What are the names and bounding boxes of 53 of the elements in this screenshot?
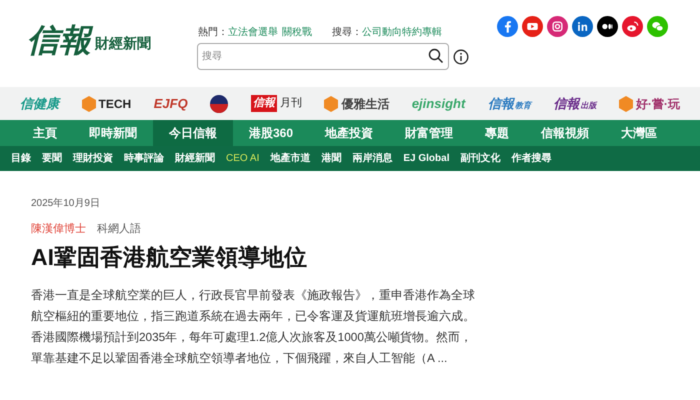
nav-tab[interactable]: 信報視頻 — [525, 120, 606, 146]
medium-icon[interactable] — [597, 16, 618, 37]
brand-logo[interactable]: 信報出版 — [553, 94, 596, 114]
nav-tab[interactable]: 財富管理 — [389, 120, 470, 146]
search-icon[interactable] — [428, 48, 444, 64]
subnav-link[interactable]: 目錄 — [11, 151, 31, 166]
subnav-link[interactable]: 地產市道 — [270, 151, 310, 166]
search-label: 搜尋： — [332, 26, 362, 40]
hot-link[interactable]: 立法會選舉 — [228, 24, 278, 40]
subnav-link[interactable]: 港聞 — [321, 151, 342, 166]
brand-logo[interactable]: EJFQ — [154, 94, 188, 114]
hexagon-icon — [82, 96, 96, 112]
search-field[interactable]: 搜尋 — [197, 43, 449, 70]
subnav-link[interactable]: EJ Global — [403, 151, 450, 166]
youtube-icon[interactable] — [522, 16, 543, 37]
hot-label: 熱門： — [198, 26, 228, 40]
facebook-icon[interactable] — [497, 16, 518, 37]
logo-subtitle: 財經新聞 — [95, 34, 151, 53]
hexagon-icon — [324, 96, 338, 112]
brand-logo[interactable]: 信報教育 — [488, 94, 531, 114]
article-title: AI鞏固香港航空業領導地位 — [31, 242, 308, 272]
subnav-link[interactable]: 副刊文化 — [460, 151, 500, 166]
brand-logo[interactable]: 優雅生活 — [324, 94, 390, 112]
subnav-link[interactable]: CEO AI — [226, 151, 260, 166]
brand-logo[interactable]: 信健康 — [20, 94, 59, 114]
subnav-link[interactable]: 理財投資 — [73, 151, 113, 166]
column-name: 科網人語 — [97, 222, 141, 237]
brand-logo[interactable]: TECH — [82, 94, 132, 112]
brand-logo[interactable]: 好·嘗·玩 — [618, 94, 680, 112]
subnav-link[interactable]: 作者搜尋 — [511, 151, 552, 166]
logo[interactable]: 信報 — [27, 24, 91, 56]
search-link[interactable]: 公司動向特約專輯 — [362, 24, 442, 40]
hot-link[interactable]: 關稅戰 — [282, 24, 312, 40]
nav-tab[interactable]: 地產投資 — [309, 120, 390, 146]
nav-tab[interactable]: 主頁 — [17, 120, 73, 146]
article-excerpt: 香港一直是全球航空業的巨人，行政長官早前發表《施政報告》，重申香港作為全球航空樞紐的重要地位，指三跑道系統在過去兩年，已令客運及貨運航班增長逾六成。香港國際機場預計到2035年，每年可處理1.2億人次旅客及1000萬公噸貨物。然而，單靠基建不足以鞏固香港全球航空領導者地位，下個飛躍，來自人工智能（A ... — [31, 286, 476, 366]
nav-tab[interactable]: 今日信報 — [153, 120, 233, 146]
weibo-icon[interactable] — [622, 16, 643, 37]
nav-tab[interactable]: 港股360 — [233, 120, 310, 146]
subnav-link[interactable]: 時事評論 — [124, 151, 164, 166]
instagram-icon[interactable] — [547, 16, 568, 37]
hexagon-icon — [618, 96, 633, 112]
subnav-link[interactable]: 財經新聞 — [175, 151, 215, 166]
info-icon[interactable] — [453, 48, 469, 64]
linkedin-icon[interactable] — [572, 16, 593, 37]
nav-tab[interactable]: 專題 — [469, 120, 526, 146]
brand-badge-icon[interactable] — [210, 94, 228, 112]
nav-tab[interactable]: 即時新聞 — [73, 120, 153, 146]
subnav-link[interactable]: 兩岸消息 — [352, 151, 392, 166]
nav-tab[interactable]: 大灣區 — [605, 120, 674, 146]
article-date: 2025年10月9日 — [31, 197, 101, 211]
author-link[interactable]: 陳漢偉博士 — [31, 221, 86, 238]
subnav-link[interactable]: 要聞 — [42, 151, 62, 166]
